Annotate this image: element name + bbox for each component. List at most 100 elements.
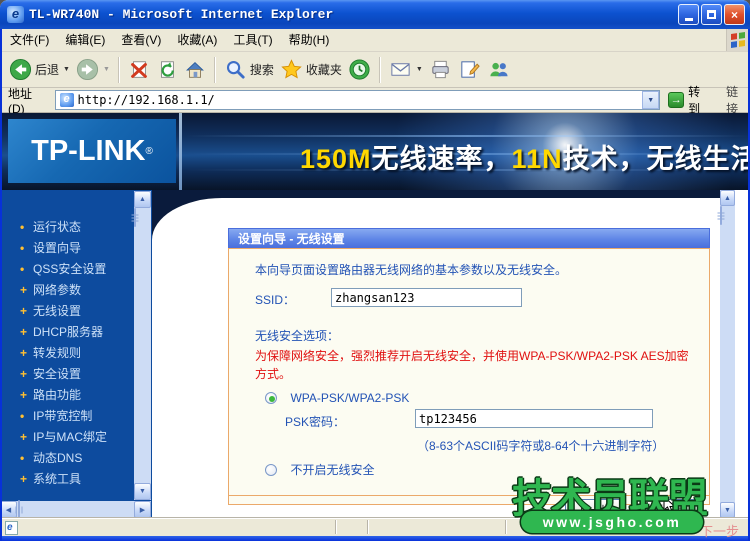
messenger-button[interactable] <box>484 56 513 83</box>
scroll-thumb[interactable] <box>134 208 136 227</box>
menu-favorites[interactable]: 收藏(A) <box>169 29 225 51</box>
bullet-icon: • <box>20 220 33 234</box>
plus-icon: + <box>20 367 33 381</box>
watermark-url-pill: www.jsgho.com <box>521 511 703 533</box>
scroll-down-icon[interactable]: ▼ <box>134 483 151 500</box>
minimize-button[interactable] <box>678 4 699 25</box>
minimize-icon <box>685 18 693 21</box>
wpa-psk-label: WPA-PSK/WPA2-PSK <box>290 391 409 405</box>
statusbar-separator <box>367 520 369 534</box>
toolbar-separator <box>379 57 381 83</box>
sidebar-item-system-tools[interactable]: +系统工具 <box>0 468 133 489</box>
scroll-up-icon[interactable]: ▲ <box>134 191 151 208</box>
address-bar: 地址(D) e http://192.168.1.1/ ▼ → 转到 链接 <box>0 88 750 113</box>
plus-icon: + <box>20 430 33 444</box>
bullet-icon: • <box>20 241 33 255</box>
messenger-icon <box>487 58 510 81</box>
search-label: 搜索 <box>250 61 274 78</box>
print-button[interactable] <box>426 56 455 83</box>
sidebar-item-dynamic-dns[interactable]: •动态DNS <box>0 447 133 468</box>
statusbar-separator <box>505 520 507 534</box>
plus-icon: + <box>20 304 33 318</box>
maximize-icon <box>707 10 716 19</box>
menu-help[interactable]: 帮助(H) <box>281 29 338 51</box>
menu-bar: 文件(F) 编辑(E) 查看(V) 收藏(A) 工具(T) 帮助(H) <box>0 29 750 52</box>
go-button[interactable]: → 转到 <box>668 83 712 117</box>
mail-button[interactable]: ▼ <box>386 56 426 83</box>
no-security-label: 不开启无线安全 <box>290 463 374 477</box>
stop-icon <box>128 59 150 81</box>
scroll-left-icon[interactable]: ◀ <box>0 501 17 518</box>
address-url[interactable]: http://192.168.1.1/ <box>78 93 643 107</box>
scroll-thumb[interactable] <box>18 500 20 518</box>
sidebar-item-running-status[interactable]: •运行状态 <box>0 216 133 237</box>
favorites-star-icon <box>280 58 303 81</box>
security-warning-text: 为保障网络安全，强烈推荐开启无线安全，并使用WPA-PSK/WPA2-PSK A… <box>255 347 691 383</box>
sidebar-item-setup-wizard[interactable]: •设置向导 <box>0 237 133 258</box>
sidebar-item-dhcp-server[interactable]: +DHCP服务器 <box>0 321 133 342</box>
sidebar-item-forwarding-rules[interactable]: +转发规则 <box>0 342 133 363</box>
address-dropdown-icon[interactable]: ▼ <box>642 91 659 109</box>
maximize-button[interactable] <box>701 4 722 25</box>
psk-hint-text: （8-63个ASCII码字符或8-64个十六进制字符） <box>417 437 664 454</box>
home-button[interactable] <box>181 57 209 83</box>
search-icon <box>224 58 247 81</box>
slogan-rest: 技术，无线生活新选择 <box>563 144 750 174</box>
forward-button[interactable]: ▼ <box>73 56 113 83</box>
search-button[interactable]: 搜索 <box>221 56 277 83</box>
edit-button[interactable] <box>455 56 484 83</box>
banner-divider <box>179 113 182 190</box>
wizard-panel-title: 设置向导 - 无线设置 <box>228 228 710 248</box>
back-dropdown-icon[interactable]: ▼ <box>63 66 70 73</box>
sidebar-item-network-params[interactable]: +网络参数 <box>0 279 133 300</box>
bullet-icon: • <box>20 262 33 276</box>
home-icon <box>184 59 206 81</box>
menu-edit[interactable]: 编辑(E) <box>57 29 113 51</box>
menu-view[interactable]: 查看(V) <box>113 29 169 51</box>
sidebar-item-qss-security[interactable]: •QSS安全设置 <box>0 258 133 279</box>
scroll-thumb[interactable] <box>720 206 722 225</box>
no-security-radio[interactable] <box>265 464 277 476</box>
plus-icon: + <box>20 388 33 402</box>
page-status-icon: e <box>5 521 18 535</box>
menu-file[interactable]: 文件(F) <box>2 29 57 51</box>
close-button[interactable]: × <box>724 4 745 25</box>
history-button[interactable] <box>345 56 374 83</box>
ssid-input[interactable] <box>331 288 522 307</box>
scroll-down-icon[interactable]: ▼ <box>720 502 735 518</box>
sidebar-item-wireless-settings[interactable]: +无线设置 <box>0 300 133 321</box>
links-label[interactable]: 链接 <box>726 83 750 117</box>
banner-slogan: 150M无线速率，11N技术，无线生活新选择 <box>300 137 750 176</box>
wpa-psk-radio[interactable] <box>265 392 277 404</box>
forward-dropdown-icon[interactable]: ▼ <box>103 66 110 73</box>
stop-button[interactable] <box>125 57 153 83</box>
scroll-up-icon[interactable]: ▲ <box>720 190 735 206</box>
sidebar-item-ip-mac-binding[interactable]: +IP与MAC绑定 <box>0 426 133 447</box>
plus-icon: + <box>20 472 33 486</box>
address-input-box[interactable]: e http://192.168.1.1/ ▼ <box>55 90 661 110</box>
window-bottom-border <box>0 536 750 541</box>
psk-password-label: PSK密码： <box>285 413 345 430</box>
sidebar-horizontal-scrollbar[interactable]: ◀ ▶ <box>0 501 151 518</box>
sidebar-vertical-scrollbar[interactable]: ▲ ▼ <box>134 191 151 500</box>
title-bar[interactable]: e TL-WR740N - Microsoft Internet Explore… <box>0 0 750 29</box>
back-button[interactable]: 后退 ▼ <box>6 56 73 83</box>
tp-link-banner: TP-LINK® 150M无线速率，11N技术，无线生活新选择 <box>0 113 750 190</box>
menu-tools[interactable]: 工具(T) <box>225 29 280 51</box>
favorites-button[interactable]: 收藏夹 <box>277 56 345 83</box>
browser-toolbar: 后退 ▼ ▼ 搜索 收藏夹 ▼ <box>0 52 750 88</box>
sidebar-item-security-settings[interactable]: +安全设置 <box>0 363 133 384</box>
psk-password-input[interactable] <box>415 409 653 428</box>
slogan-mid: 无线速率， <box>372 144 512 174</box>
sidebar-item-routing-function[interactable]: +路由功能 <box>0 384 133 405</box>
go-arrow-icon: → <box>668 92 684 108</box>
refresh-button[interactable] <box>153 57 181 83</box>
scroll-right-icon[interactable]: ▶ <box>134 501 151 518</box>
mail-dropdown-icon[interactable]: ▼ <box>416 66 423 73</box>
windows-logo-icon <box>726 29 748 51</box>
sidebar-item-ip-bandwidth-control[interactable]: •IP带宽控制 <box>0 405 133 426</box>
page-vertical-scrollbar[interactable]: ▲ ▼ <box>720 190 735 518</box>
ssid-label: SSID： <box>255 291 295 308</box>
favorites-label: 收藏夹 <box>306 61 342 78</box>
slogan-11n: 11N <box>512 144 563 174</box>
